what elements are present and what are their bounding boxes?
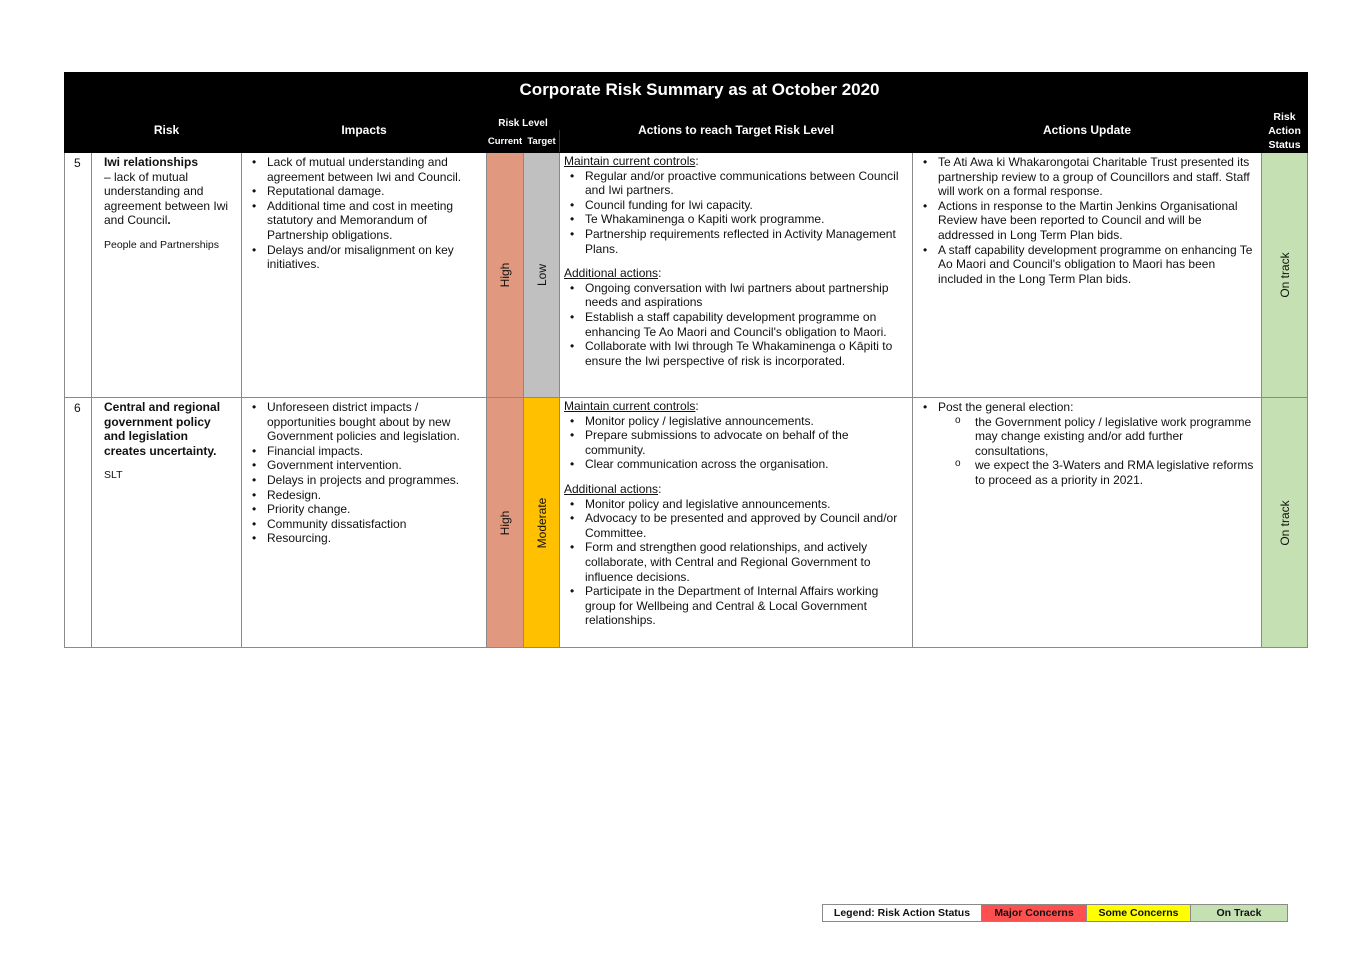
update-item: Actions in response to the Martin Jenkin… [923,199,1257,243]
risk-description: Iwi relationships – lack of mutual under… [91,152,242,398]
impact-item: Government intervention. [252,458,482,473]
legend-on-track: On Track [1190,905,1287,921]
col-header-actions: Actions to reach Target Risk Level [559,106,913,153]
risk-title: Central and regional government policy a… [104,400,221,458]
impact-item: Unforeseen district impacts / opportunit… [252,400,482,444]
col-header-risk: Risk [91,106,242,153]
impacts-cell: Lack of mutual understanding and agreeme… [241,152,487,398]
control-item: Clear communication across the organisat… [570,457,908,472]
additional-actions-heading: Additional actions [564,266,659,281]
action-item: Form and strengthen good relationships, … [570,540,908,584]
control-item: Te Whakaminenga o Kapiti work programme. [570,212,908,227]
control-item: Monitor policy / legislative announcemen… [570,414,908,429]
update-item: Te Ati Awa ki Whakarongotai Charitable T… [923,155,1257,199]
risk-owner: SLT [104,469,123,481]
additional-actions-heading: Additional actions [564,481,659,496]
target-risk-level: Moderate [523,397,560,648]
impact-item: Financial impacts. [252,444,482,459]
document-page: Corporate Risk Summary as at October 202… [0,0,1350,955]
table-row: 6 Central and regional government policy… [64,397,1309,648]
impact-item: Resourcing. [252,531,482,546]
impact-item: Redesign. [252,488,482,503]
actions-update-cell: Post the general election: the Governmen… [912,397,1262,648]
header-row: Risk Impacts Risk Level Actions to reach… [64,106,1309,153]
action-item: Ongoing conversation with Iwi partners a… [570,281,908,310]
impact-item: Delays in projects and programmes. [252,473,482,488]
control-item: Partnership requirements reflected in Ac… [570,227,908,256]
col-header-target: Target [523,129,560,153]
action-item: Establish a staff capability development… [570,310,908,339]
action-item: Participate in the Department of Interna… [570,584,908,628]
impact-item: Reputational damage. [252,184,482,199]
risk-number: 6 [64,397,92,648]
actions-cell: Maintain current controls: Regular and/o… [559,152,913,398]
impact-item: Additional time and cost in meeting stat… [252,199,482,243]
impact-item: Delays and/or misalignment on key initia… [252,243,482,272]
risk-status-legend: Legend: Risk Action Status Major Concern… [822,904,1288,922]
update-subitem: the Government policy / legislative work… [955,414,1257,459]
impact-item: Community dissatisfaction [252,517,482,532]
impact-item: Lack of mutual understanding and agreeme… [252,155,482,184]
current-risk-level: High [486,152,524,398]
action-item: Advocacy to be presented and approved by… [570,511,908,540]
control-item: Regular and/or proactive communications … [570,169,908,198]
maintain-controls-heading: Maintain current controls [564,399,696,413]
risk-action-status: On track [1260,397,1309,648]
update-item: Post the general election: the Governmen… [923,400,1257,488]
col-header-risk-action-status: Risk Action Status [1260,106,1309,153]
control-item: Council funding for Iwi capacity. [570,198,908,213]
impact-item: Priority change. [252,502,482,517]
risk-number: 5 [64,152,92,398]
title-row: Corporate Risk Summary as at October 202… [64,72,1309,107]
update-item: A staff capability development programme… [923,243,1257,287]
impacts-cell: Unforeseen district impacts / opportunit… [241,397,487,648]
actions-cell: Maintain current controls: Monitor polic… [559,397,913,648]
risk-action-status: On track [1260,152,1309,398]
update-subitem: we expect the 3-Waters and RMA legislati… [955,457,1257,487]
risk-owner: People and Partnerships [104,238,219,251]
target-risk-level: Low [523,152,560,398]
risk-summary-table: Corporate Risk Summary as at October 202… [64,72,1309,648]
col-header-risk-level: Risk Level [486,106,560,130]
col-header-current: Current [486,129,524,153]
action-item: Monitor policy and legislative announcem… [570,497,908,512]
action-item: Collaborate with Iwi through Te Whakamin… [570,339,908,368]
col-header-impacts: Impacts [241,106,487,153]
legend-major-concerns: Major Concerns [981,905,1086,921]
col-header-actions-update: Actions Update [912,106,1262,153]
risk-title: Iwi relationships [104,155,199,169]
control-item: Prepare submissions to advocate on behal… [570,428,908,457]
legend-some-concerns: Some Concerns [1086,905,1190,921]
maintain-controls-heading: Maintain current controls [564,154,696,168]
risk-description: Central and regional government policy a… [91,397,242,648]
legend-title: Legend: Risk Action Status [823,905,981,921]
table-title: Corporate Risk Summary as at October 202… [90,72,1309,107]
current-risk-level: High [486,397,524,648]
actions-update-cell: Te Ati Awa ki Whakarongotai Charitable T… [912,152,1262,398]
table-row: 5 Iwi relationships – lack of mutual und… [64,152,1309,398]
